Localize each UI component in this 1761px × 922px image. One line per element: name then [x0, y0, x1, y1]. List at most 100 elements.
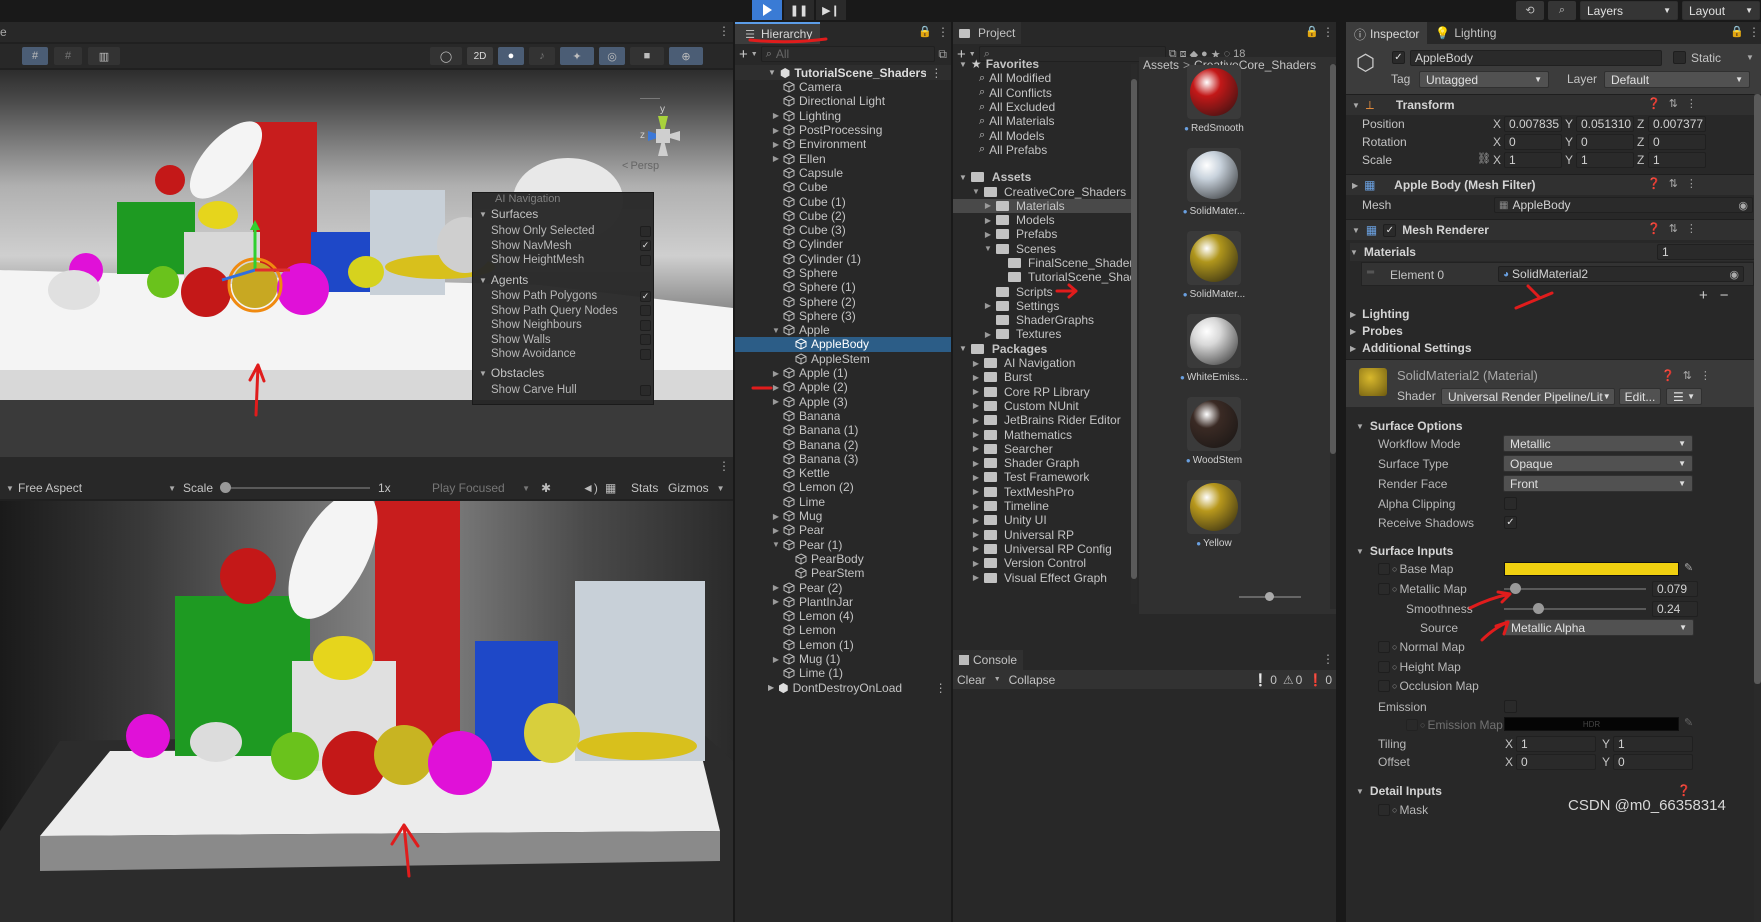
smoothness-value-field[interactable]: 0.24	[1652, 601, 1698, 617]
meshfilter-header[interactable]: ▶ ▦ Apple Body (Mesh Filter)	[1346, 174, 1761, 195]
more-menu-icon[interactable]: ⋮	[1748, 25, 1760, 39]
increment-button[interactable]: ▥	[88, 47, 120, 65]
effects-toggle[interactable]: ✦	[560, 47, 594, 65]
receive-shadows-checkbox[interactable]: ✓	[1504, 516, 1517, 529]
transform-scale-x-field[interactable]: 1	[1504, 152, 1562, 168]
package-item[interactable]: ▶ Burst	[953, 370, 1131, 384]
hierarchy-item[interactable]: Banana	[735, 409, 951, 423]
asset-folder-item[interactable]: ▶ Prefabs	[953, 227, 1131, 241]
texture-slot-icon[interactable]	[1378, 661, 1390, 673]
alpha-clip-checkbox[interactable]	[1504, 497, 1517, 510]
offset-y-field[interactable]: 0	[1613, 754, 1693, 770]
material-asset-tile[interactable]: ● WoodStem	[1179, 397, 1249, 477]
ainav-checkbox[interactable]	[640, 225, 651, 237]
tiling-x-field[interactable]: 1	[1516, 736, 1596, 752]
hierarchy-item[interactable]: ▶ Pear	[735, 523, 951, 537]
search-button[interactable]: ⌕	[1548, 1, 1576, 20]
add-element-button[interactable]: +	[1699, 287, 1708, 304]
inspector-tab[interactable]: ⓘ Inspector	[1346, 22, 1428, 44]
favorite-item[interactable]: ⌕ All Excluded	[953, 100, 1131, 114]
ainav-toggle-row[interactable]: Show Avoidance	[491, 347, 651, 362]
hierarchy-item[interactable]: ▶ Apple (3)	[735, 395, 951, 409]
shading-mode-button[interactable]: ◯	[430, 47, 462, 65]
source-dropdown[interactable]: Metallic Alpha ▼	[1504, 619, 1694, 636]
metallic-value-field[interactable]: 0.079	[1652, 581, 1698, 597]
hierarchy-item[interactable]: Capsule	[735, 166, 951, 180]
slider-thumb[interactable]	[1265, 592, 1274, 601]
scale-slider-thumb[interactable]	[220, 482, 231, 493]
scene-orientation-gizmo[interactable]: y z < Persp	[620, 97, 690, 172]
surface-inputs-foldout[interactable]: ▼ Surface Inputs	[1356, 544, 1453, 558]
tag-dropdown[interactable]: Untagged ▼	[1419, 71, 1549, 88]
element-material-field[interactable]: ◕ SolidMaterial2 ◉	[1498, 266, 1744, 282]
transform-header[interactable]: ▼ ⟂ Transform	[1346, 94, 1761, 115]
remove-element-button[interactable]: −	[1720, 287, 1729, 304]
console-tab[interactable]: Console	[953, 650, 1024, 670]
shader-options-dropdown[interactable]: ☰ ▼	[1666, 388, 1702, 405]
hierarchy-item[interactable]: Cylinder	[735, 237, 951, 251]
hierarchy-item[interactable]: ▶ Lighting	[735, 109, 951, 123]
more-menu-icon[interactable]: ⋮	[718, 459, 730, 473]
materials-count-field[interactable]: 1	[1657, 244, 1755, 260]
texture-slot-icon[interactable]	[1378, 641, 1390, 653]
filter-icon[interactable]: ⧉	[938, 47, 947, 62]
transform-scale-z-field[interactable]: 1	[1648, 152, 1706, 168]
material-asset-tile[interactable]: ● Yellow	[1179, 480, 1249, 560]
asset-folder-item[interactable]: ▼ CreativeCore_Shaders	[953, 184, 1131, 199]
more-menu-icon[interactable]: ⋮	[1322, 25, 1334, 39]
asset-folder-item[interactable]: FinalScene_Shaders	[953, 256, 1131, 270]
scale-slider[interactable]	[220, 482, 370, 493]
add-icon[interactable]: +	[739, 46, 748, 63]
hierarchy-item[interactable]: Banana (3)	[735, 452, 951, 466]
static-checkbox[interactable]	[1673, 51, 1686, 64]
eyedropper-icon[interactable]: ✎	[1684, 561, 1693, 574]
layout-dropdown[interactable]: Layout ▼	[1682, 1, 1760, 20]
asset-folder-item[interactable]: ▶ Models	[953, 213, 1131, 227]
lock-icon[interactable]: 🔒	[1730, 25, 1744, 38]
emission-color-swatch[interactable]: HDR	[1504, 717, 1679, 731]
collapse-button[interactable]: Collapse	[1009, 673, 1056, 687]
package-item[interactable]: ▶ Test Framework	[953, 470, 1131, 484]
ainav-toggle-row[interactable]: Show Walls	[491, 333, 651, 348]
package-item[interactable]: ▶ Unity UI	[953, 513, 1131, 527]
slider-thumb[interactable]	[1533, 603, 1545, 614]
link-icon[interactable]: ⛓	[1477, 152, 1491, 165]
lighting-tab[interactable]: 💡 Lighting	[1427, 26, 1504, 40]
package-item[interactable]: ▶ Searcher	[953, 442, 1131, 456]
ainav-checkbox[interactable]	[640, 334, 651, 346]
active-checkbox[interactable]: ✓	[1392, 51, 1405, 64]
package-item[interactable]: ▶ Timeline	[953, 499, 1131, 513]
package-item[interactable]: ▶ Custom NUnit	[953, 399, 1131, 413]
scene-root[interactable]: ▼ ⬢ TutorialScene_Shaders ⋮	[735, 65, 951, 80]
scrollbar-thumb[interactable]	[1330, 64, 1336, 454]
chevron-down-icon[interactable]: ▼	[1746, 53, 1754, 62]
drag-handle-icon[interactable]: ═	[1367, 267, 1374, 278]
more-menu-icon[interactable]: ⋮	[1686, 97, 1697, 110]
inspector-scrollbar[interactable]	[1754, 94, 1761, 922]
ainav-checkbox[interactable]	[640, 254, 651, 266]
layers-dropdown[interactable]: Layers ▼	[1580, 1, 1678, 20]
hierarchy-item[interactable]: Cube (3)	[735, 223, 951, 237]
package-item[interactable]: ▶ Mathematics	[953, 427, 1131, 442]
scrollbar-thumb[interactable]	[1131, 79, 1137, 579]
asset-folder-item[interactable]: ShaderGraphs	[953, 313, 1131, 327]
warning-count[interactable]: ⚠ 0	[1283, 673, 1302, 687]
hierarchy-item[interactable]: Directional Light	[735, 94, 951, 108]
hierarchy-item[interactable]: Banana (2)	[735, 437, 951, 452]
hierarchy-item[interactable]: ▶ Environment	[735, 137, 951, 151]
more-menu-icon[interactable]: ⋮	[930, 66, 942, 80]
more-menu-icon[interactable]: ⋮	[1322, 652, 1334, 666]
package-item[interactable]: ▶ Universal RP	[953, 528, 1131, 542]
transform-rotation-x-field[interactable]: 0	[1504, 134, 1562, 150]
transform-position-y-field[interactable]: 0.051310	[1576, 116, 1634, 132]
emission-checkbox[interactable]	[1504, 700, 1517, 713]
gizmos-button[interactable]: ⊕	[669, 47, 703, 65]
chevron-down-icon[interactable]: ▼	[994, 676, 1001, 683]
transform-rotation-z-field[interactable]: 0	[1648, 134, 1706, 150]
camera-button[interactable]: ■	[630, 47, 664, 65]
lighting-foldout[interactable]: ▶ Lighting	[1350, 307, 1409, 321]
project-tree-scrollbar[interactable]	[1131, 64, 1137, 604]
material-asset-tile[interactable]: ● SolidMater...	[1179, 231, 1249, 311]
asset-folder-item[interactable]: TutorialScene_Shaders	[953, 270, 1131, 284]
hierarchy-item[interactable]: ▼ Pear (1)	[735, 538, 951, 552]
